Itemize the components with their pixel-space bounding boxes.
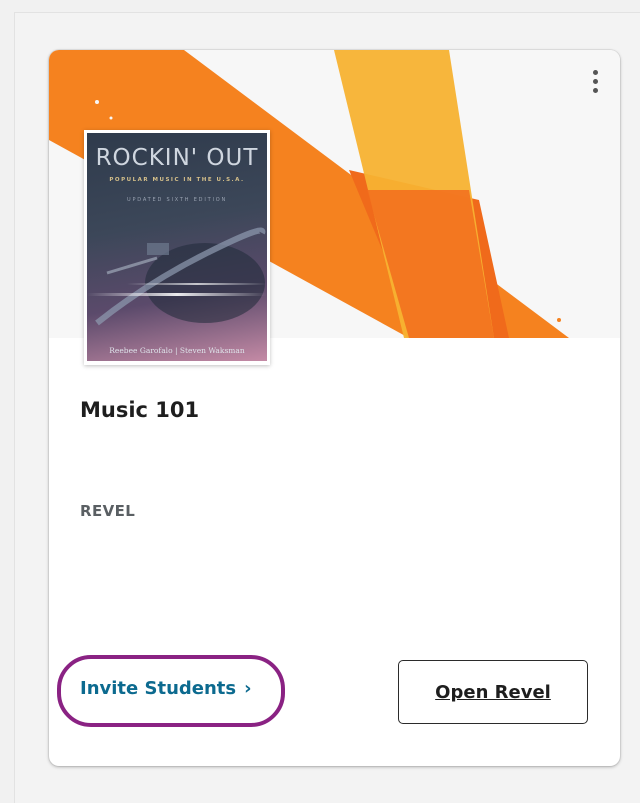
book-title: ROCKIN' OUT [95, 145, 259, 171]
page: ROCKIN' OUT POPULAR MUSIC IN THE U.S.A. … [0, 0, 640, 803]
book-cover: ROCKIN' OUT POPULAR MUSIC IN THE U.S.A. … [84, 130, 270, 365]
invite-students-label: Invite Students [80, 678, 237, 699]
product-brand: REVEL [80, 502, 136, 520]
open-revel-button[interactable]: Open Revel [398, 660, 588, 724]
book-authors: Reebee Garofalo | Steven Waksman [109, 346, 245, 355]
course-title: Music 101 [80, 398, 200, 422]
invite-students-link[interactable]: Invite Students › [80, 678, 252, 699]
course-card: ROCKIN' OUT POPULAR MUSIC IN THE U.S.A. … [49, 50, 620, 766]
card-menu-kebab-icon[interactable] [588, 70, 602, 100]
book-subtitle: POPULAR MUSIC IN THE U.S.A. [109, 177, 245, 183]
book-cover-art: ROCKIN' OUT POPULAR MUSIC IN THE U.S.A. … [87, 133, 267, 361]
book-edition: UPDATED SIXTH EDITION [127, 197, 227, 203]
chevron-right-icon: › [244, 678, 252, 699]
